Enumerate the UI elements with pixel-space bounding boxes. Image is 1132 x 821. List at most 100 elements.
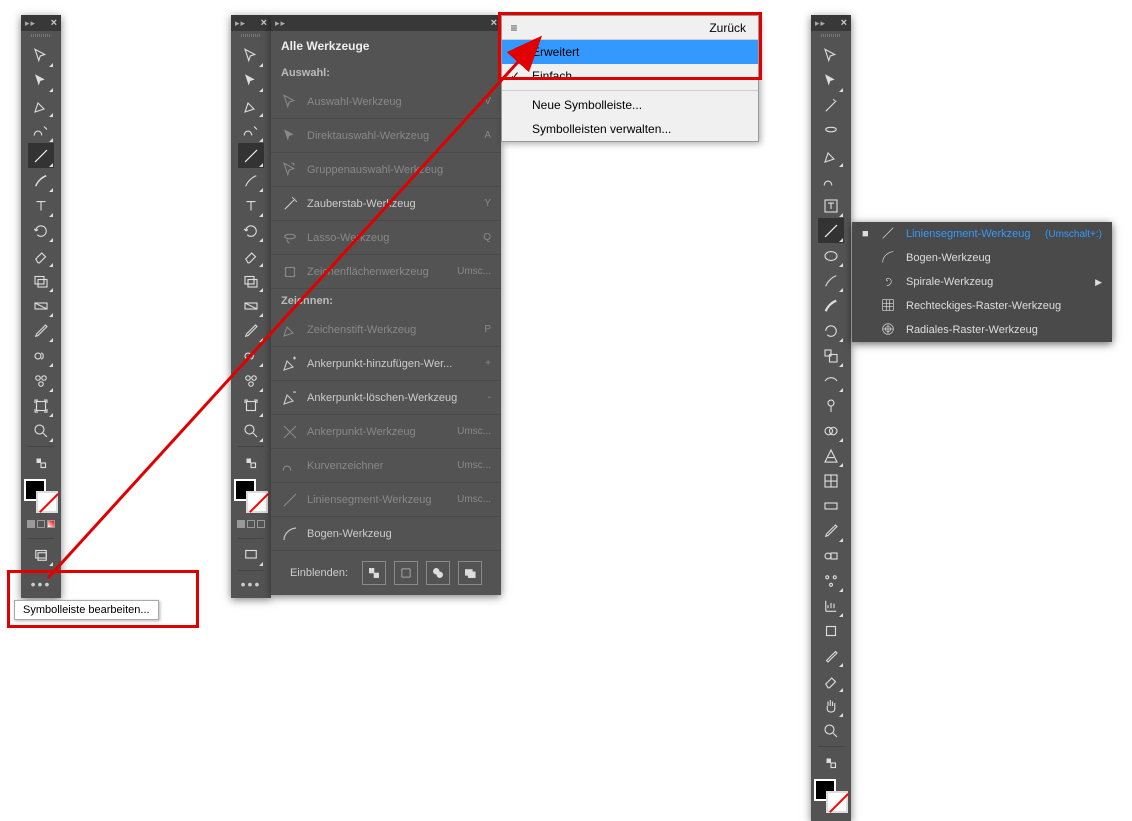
menu-item-neue-symbolleiste[interactable]: Neue Symbolleiste... xyxy=(502,93,758,117)
panel-grip[interactable] xyxy=(811,31,851,39)
direct-select-tool[interactable] xyxy=(818,68,844,93)
flyout-item-spirale[interactable]: Spirale-Werkzeug▶ xyxy=(852,270,1112,294)
color-mode-row[interactable] xyxy=(26,517,56,531)
panel-header[interactable]: ▸▸× xyxy=(271,15,501,31)
type-tool[interactable] xyxy=(238,193,264,218)
line-tool[interactable] xyxy=(818,218,844,243)
blend-tool[interactable] xyxy=(238,343,264,368)
eyedropper-tool[interactable] xyxy=(818,518,844,543)
tool-row-lasso[interactable]: Lasso-WerkzeugQ xyxy=(271,221,501,255)
direct-select-tool[interactable] xyxy=(28,68,54,93)
color-mode-row[interactable] xyxy=(236,517,266,531)
zoom-tool[interactable] xyxy=(818,718,844,743)
flyout-item-bogen[interactable]: Bogen-Werkzeug xyxy=(852,246,1112,270)
pen-tool[interactable] xyxy=(818,143,844,168)
panel-header[interactable]: ▸▸× xyxy=(811,15,851,31)
fill-stroke-swatch[interactable] xyxy=(814,779,848,813)
mesh-tool[interactable] xyxy=(818,468,844,493)
line-tool-flyout[interactable]: ■Liniensegment-Werkzeug(Umschalt+:) Boge… xyxy=(852,222,1112,342)
show-btn-3[interactable] xyxy=(426,561,450,585)
blend-tool[interactable] xyxy=(818,543,844,568)
tool-row-anker-del[interactable]: Ankerpunkt-löschen-Werkzeug- xyxy=(271,381,501,415)
perspective-tool[interactable] xyxy=(818,443,844,468)
tool-list[interactable]: Auswahl-WerkzeugV Direktauswahl-Werkzeug… xyxy=(271,85,501,289)
zoom-tool[interactable] xyxy=(238,418,264,443)
hand-tool[interactable] xyxy=(818,693,844,718)
tool-row-zauberstab[interactable]: Zauberstab-WerkzeugY xyxy=(271,187,501,221)
tool-row-zeichenstift[interactable]: Zeichenstift-WerkzeugP xyxy=(271,313,501,347)
selection-tool[interactable] xyxy=(238,43,264,68)
symbol-tool[interactable] xyxy=(28,368,54,393)
shape-builder-tool[interactable] xyxy=(818,418,844,443)
rotate-tool[interactable] xyxy=(818,318,844,343)
gradient-tool[interactable] xyxy=(818,493,844,518)
blend-tool[interactable] xyxy=(28,343,54,368)
screen-mode-tool[interactable] xyxy=(238,542,264,567)
curvature-tool[interactable] xyxy=(238,118,264,143)
eraser-tool[interactable] xyxy=(818,668,844,693)
panel-grip[interactable] xyxy=(21,31,61,39)
fill-stroke-toggle[interactable] xyxy=(238,450,264,475)
fill-stroke-swatch[interactable] xyxy=(24,479,58,513)
pen-tool[interactable] xyxy=(238,93,264,118)
panel-grip[interactable] xyxy=(231,31,271,39)
artboard-tool[interactable] xyxy=(28,393,54,418)
menu-item-symbolleisten-verwalten[interactable]: Symbolleisten verwalten... xyxy=(502,117,758,141)
fill-stroke-toggle[interactable] xyxy=(818,750,844,775)
pen-tool[interactable] xyxy=(28,93,54,118)
menu-back-label[interactable]: Zurück xyxy=(709,21,758,35)
flyout-item-rechteck-raster[interactable]: Rechteckiges-Raster-Werkzeug xyxy=(852,294,1112,318)
shape-tool[interactable] xyxy=(238,268,264,293)
tool-list-draw[interactable]: Zeichenstift-WerkzeugP Ankerpunkt-hinzuf… xyxy=(271,313,501,551)
ellipse-tool[interactable] xyxy=(818,243,844,268)
artboard-tool[interactable] xyxy=(818,618,844,643)
symbol-tool[interactable] xyxy=(238,368,264,393)
menu-item-einfach[interactable]: ✓ Einfach xyxy=(502,64,758,88)
blob-brush-tool[interactable] xyxy=(818,293,844,318)
show-btn-2[interactable] xyxy=(394,561,418,585)
toolbar-options-menu[interactable]: ≡ Zurück ⌃ Erweitert ✓ Einfach Neue Symb… xyxy=(501,15,759,142)
edit-toolbar-button[interactable]: ••• xyxy=(28,574,54,594)
type-tool[interactable] xyxy=(28,193,54,218)
slice-tool[interactable] xyxy=(818,643,844,668)
panel-header[interactable]: ▸▸× xyxy=(231,15,271,31)
curvature-tool[interactable] xyxy=(818,168,844,193)
tool-row-anker[interactable]: Ankerpunkt-WerkzeugUmsc... xyxy=(271,415,501,449)
rotate-tool[interactable] xyxy=(28,218,54,243)
tool-row-bogen[interactable]: Bogen-Werkzeug xyxy=(271,517,501,551)
direct-select-tool[interactable] xyxy=(238,68,264,93)
rotate-tool[interactable] xyxy=(238,218,264,243)
tool-row-zeichenflaeche[interactable]: ZeichenflächenwerkzeugUmsc... xyxy=(271,255,501,289)
close-icon[interactable]: × xyxy=(491,17,497,29)
flyout-item-linie[interactable]: ■Liniensegment-Werkzeug(Umschalt+:) xyxy=(852,222,1112,246)
show-btn-4[interactable] xyxy=(458,561,482,585)
close-icon[interactable]: × xyxy=(261,17,267,29)
menu-top-row[interactable]: ≡ Zurück xyxy=(502,16,758,40)
pin-tool[interactable] xyxy=(818,393,844,418)
eraser-tool[interactable] xyxy=(238,243,264,268)
zoom-tool[interactable] xyxy=(28,418,54,443)
artboard-tool[interactable] xyxy=(238,393,264,418)
panel-header[interactable]: ▸▸× xyxy=(21,15,61,31)
tool-row-kurven[interactable]: KurvenzeichnerUmsc... xyxy=(271,449,501,483)
type-tool[interactable] xyxy=(818,193,844,218)
close-icon[interactable]: × xyxy=(51,17,57,29)
eyedropper-tool[interactable] xyxy=(28,318,54,343)
reshape-tool[interactable] xyxy=(818,368,844,393)
tool-row-direktauswahl[interactable]: Direktauswahl-WerkzeugA xyxy=(271,119,501,153)
line-tool[interactable] xyxy=(28,143,54,168)
selection-tool[interactable] xyxy=(818,43,844,68)
eraser-tool[interactable] xyxy=(28,243,54,268)
graph-tool[interactable] xyxy=(818,593,844,618)
scale-tool[interactable] xyxy=(818,343,844,368)
symbol-tool[interactable] xyxy=(818,568,844,593)
brush-tool[interactable] xyxy=(818,268,844,293)
tool-row-anker-add[interactable]: Ankerpunkt-hinzufügen-Wer...+ xyxy=(271,347,501,381)
close-icon[interactable]: × xyxy=(841,17,847,29)
line-tool[interactable] xyxy=(238,143,264,168)
flyout-item-radial-raster[interactable]: Radiales-Raster-Werkzeug xyxy=(852,318,1112,342)
tool-row-linie[interactable]: Liniensegment-WerkzeugUmsc... xyxy=(271,483,501,517)
eyedropper-tool[interactable] xyxy=(238,318,264,343)
gradient-tool[interactable] xyxy=(28,293,54,318)
fill-stroke-toggle[interactable] xyxy=(28,450,54,475)
